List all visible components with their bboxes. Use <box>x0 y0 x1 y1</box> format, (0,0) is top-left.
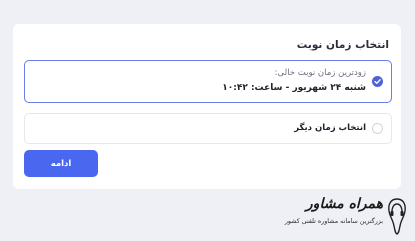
brand-logo: همراه مشاور بزرگترین سامانه مشاوره تلفنی… <box>284 196 409 238</box>
earliest-time-value: شنبه ۲۴ شهریور - ساعت: ۱۰:۴۲ <box>222 83 366 93</box>
page-title: انتخاب زمان نوبت <box>296 39 389 51</box>
earliest-time-option[interactable]: زودترین زمان نوبت خالی: شنبه ۲۴ شهریور -… <box>24 60 392 103</box>
other-time-label: انتخاب زمان دیگر <box>294 123 366 133</box>
other-time-option[interactable]: انتخاب زمان دیگر <box>24 113 392 144</box>
brand-name: همراه مشاور <box>305 196 383 212</box>
radio-checked-icon[interactable] <box>372 76 383 87</box>
radio-empty-icon[interactable] <box>372 123 383 134</box>
brand-tagline: بزرگترین سامانه مشاوره تلفنی کشور <box>284 218 383 225</box>
earliest-time-subtitle: زودترین زمان نوبت خالی: <box>274 68 366 78</box>
headset-icon <box>388 198 406 235</box>
continue-button[interactable]: ادامه <box>24 150 98 177</box>
appointment-card: انتخاب زمان نوبت زودترین زمان نوبت خالی:… <box>13 24 401 189</box>
